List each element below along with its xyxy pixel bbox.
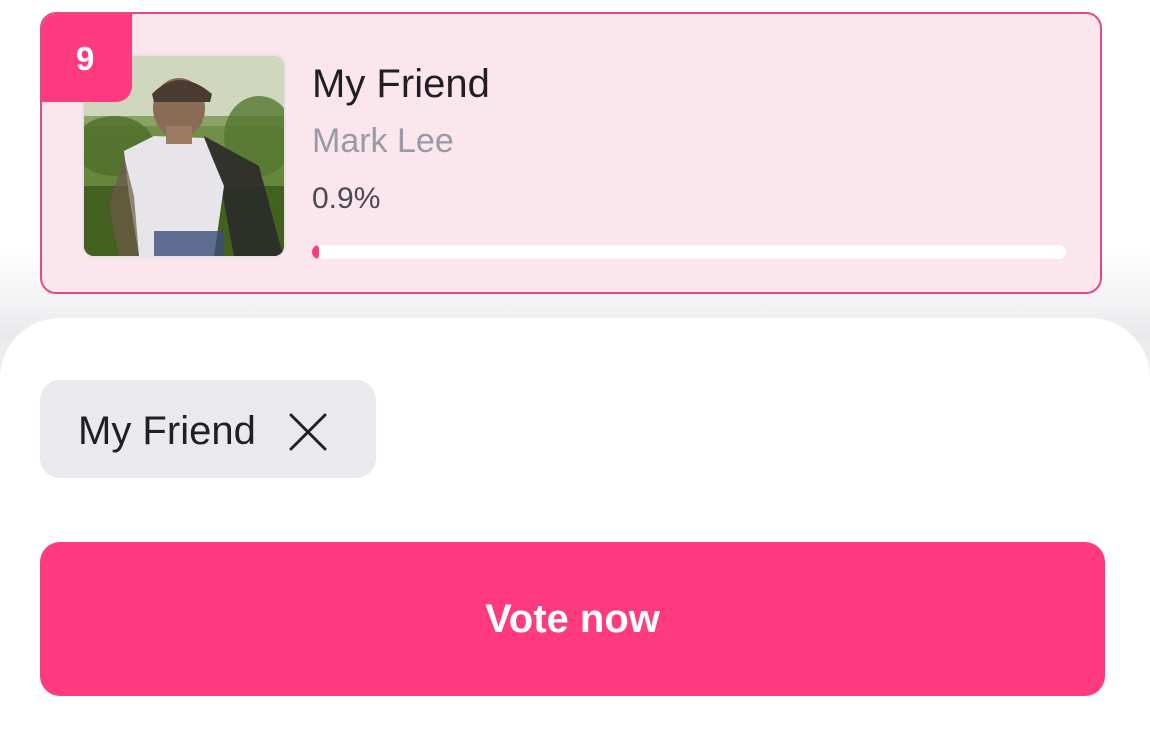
song-title: My Friend <box>312 62 490 106</box>
bottom-sheet: My Friend Vote now <box>0 318 1150 736</box>
close-icon[interactable] <box>288 412 328 452</box>
vote-progress-bar <box>312 245 1066 259</box>
vote-percentage: 0.9% <box>312 182 381 215</box>
song-card[interactable]: 9 My Friend Mark Lee 0.9% <box>40 12 1102 294</box>
rank-number: 9 <box>76 40 95 77</box>
vote-progress-fill <box>312 245 319 259</box>
rank-badge: 9 <box>42 14 132 102</box>
vote-now-button[interactable]: Vote now <box>40 542 1105 696</box>
selected-song-chip-label: My Friend <box>78 409 256 453</box>
song-artist: Mark Lee <box>312 122 454 160</box>
selected-song-chip[interactable]: My Friend <box>40 380 376 478</box>
